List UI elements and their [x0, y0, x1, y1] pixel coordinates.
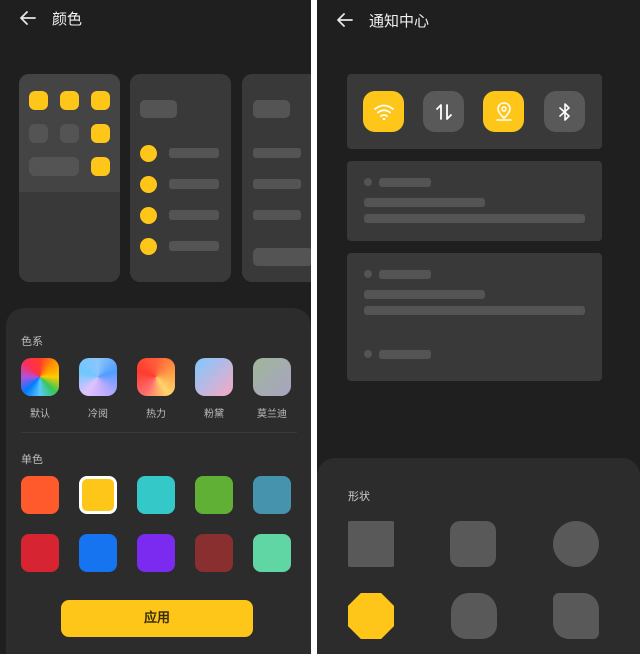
page-title: 颜色 [52, 9, 83, 28]
color-swatch[interactable] [253, 534, 291, 572]
bluetooth-icon [558, 102, 570, 121]
list-line [169, 210, 219, 220]
quick-settings-panel [347, 74, 602, 149]
list-dot [140, 207, 157, 224]
color-swatch-selected[interactable] [79, 476, 117, 514]
list-dot [140, 145, 157, 162]
preview-home-screen [19, 74, 120, 282]
app-icon [91, 157, 110, 176]
color-series-swatch[interactable] [195, 358, 233, 396]
app-icon [91, 124, 110, 143]
widget-placeholder [29, 157, 79, 176]
title-line [364, 290, 485, 299]
color-series-label: 粉黛 [204, 409, 224, 420]
notification-card[interactable] [347, 253, 602, 381]
app-name-line [379, 178, 431, 187]
bluetooth-tile[interactable] [544, 91, 585, 132]
color-series-swatch[interactable] [137, 358, 175, 396]
title-line [364, 198, 485, 207]
data-transfer-icon [435, 103, 452, 120]
app-name-line [379, 350, 431, 359]
app-dot [364, 178, 372, 186]
section-label-shape: 形状 [348, 490, 370, 503]
color-series-label: 莫兰迪 [257, 409, 287, 420]
app-dot [364, 270, 372, 278]
color-series-label: 热力 [146, 409, 166, 420]
list-line [253, 148, 301, 158]
color-swatch[interactable] [195, 534, 233, 572]
divider [21, 432, 297, 433]
apply-button[interactable]: 应用 [61, 600, 253, 637]
shape-square-option[interactable] [348, 521, 394, 567]
color-swatch[interactable] [79, 534, 117, 572]
mobile-data-tile[interactable] [423, 91, 464, 132]
location-icon [495, 101, 512, 121]
section-label-color-series: 色系 [21, 335, 43, 348]
app-icon [29, 124, 48, 143]
app-name-line [379, 270, 431, 279]
title-placeholder [253, 100, 290, 118]
list-dot [140, 238, 157, 255]
list-line [253, 210, 301, 220]
color-picker-sheet: 色系 默认 冷阅 热力 粉黛 莫兰迪 单色 应用 [6, 308, 311, 654]
shape-squircle-option[interactable] [451, 593, 497, 639]
back-arrow-icon[interactable] [18, 8, 38, 28]
shape-leaf-option[interactable] [553, 593, 599, 639]
color-swatch[interactable] [21, 534, 59, 572]
notification-card[interactable] [347, 161, 602, 241]
title-placeholder [140, 100, 177, 118]
color-series-label: 默认 [30, 409, 50, 420]
app-icon [91, 91, 110, 110]
button-placeholder [253, 248, 311, 266]
preview-settings-list [130, 74, 231, 282]
back-arrow-icon[interactable] [335, 10, 355, 30]
preview-third [242, 74, 311, 282]
color-swatch[interactable] [253, 476, 291, 514]
shape-rounded-square-option[interactable] [450, 521, 496, 567]
list-line [169, 241, 219, 251]
color-series-swatch[interactable] [21, 358, 59, 396]
app-icon [60, 124, 79, 143]
list-dot [140, 176, 157, 193]
shape-picker-sheet: 形状 [317, 458, 640, 654]
section-label-solid: 单色 [21, 453, 43, 466]
wifi-icon [373, 104, 394, 120]
color-swatch[interactable] [137, 534, 175, 572]
color-settings-screen: 颜色 色系 默认 冷阅 热力 粉黛 莫兰迪 单色 应用 [0, 0, 311, 654]
list-line [169, 148, 219, 158]
notification-center-screen: 通知中心 形状 [317, 0, 640, 654]
location-tile[interactable] [483, 91, 524, 132]
app-icon [60, 91, 79, 110]
page-title: 通知中心 [369, 11, 430, 30]
shape-octagon-option[interactable] [348, 593, 394, 639]
color-series-swatch[interactable] [253, 358, 291, 396]
content-line [364, 214, 585, 223]
color-series-swatch[interactable] [79, 358, 117, 396]
top-bar: 通知中心 [317, 0, 640, 40]
top-bar: 颜色 [0, 0, 311, 36]
shape-circle-option[interactable] [553, 521, 599, 567]
content-line [364, 306, 585, 315]
color-swatch[interactable] [21, 476, 59, 514]
color-series-label: 冷阅 [88, 409, 108, 420]
list-line [253, 179, 301, 189]
color-swatch[interactable] [137, 476, 175, 514]
app-dot [364, 350, 372, 358]
wifi-tile[interactable] [363, 91, 404, 132]
app-icon [29, 91, 48, 110]
list-line [169, 179, 219, 189]
color-swatch[interactable] [195, 476, 233, 514]
